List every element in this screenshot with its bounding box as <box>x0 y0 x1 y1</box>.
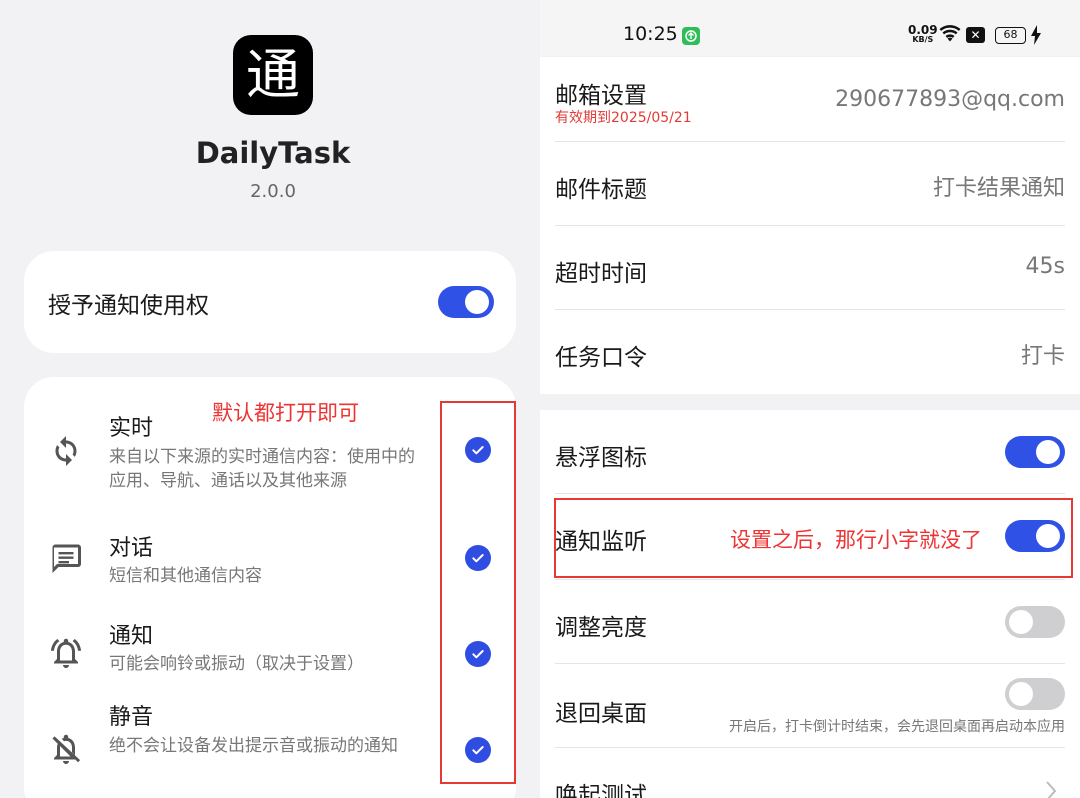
brightness-toggle[interactable] <box>1005 606 1065 638</box>
bell-off-icon <box>52 734 81 764</box>
upload-icon <box>685 30 697 42</box>
battery-indicator: 68 <box>995 27 1026 44</box>
wake-test-row[interactable]: 唤起测试 <box>555 748 1065 798</box>
status-time: 10:25 <box>623 23 678 45</box>
email-setting-row[interactable]: 邮箱设置 有效期到2025/05/21 290677893@qq.com <box>555 57 1065 142</box>
app-version: 2.0.0 <box>250 181 296 202</box>
toggle-knob <box>465 290 489 314</box>
subject-value: 打卡结果通知 <box>932 176 1065 201</box>
command-setting-row[interactable]: 任务口令 打卡 <box>555 310 1065 394</box>
annotation-highlight-box <box>440 401 516 784</box>
permission-toggle[interactable] <box>438 286 494 318</box>
email-label: 邮箱设置 <box>555 83 647 109</box>
permission-card: 授予通知使用权 <box>24 251 516 353</box>
float-icon-row: 悬浮图标 <box>555 410 1065 494</box>
type-title: 通知 <box>109 624 154 649</box>
wake-test-label: 唤起测试 <box>555 783 647 798</box>
network-speed-unit: KB/S <box>912 35 934 44</box>
return-desktop-toggle[interactable] <box>1005 678 1065 710</box>
sync-icon <box>55 436 77 466</box>
notification-permission-screen: 通 DailyTask 2.0.0 授予通知使用权 实时 来自以下来源的实时通信… <box>0 0 540 798</box>
toggle-knob <box>1036 440 1060 464</box>
settings-group-email: 邮箱设置 有效期到2025/05/21 290677893@qq.com 邮件标… <box>540 57 1080 394</box>
toggle-knob <box>1009 682 1033 706</box>
app-logo: 通 <box>233 35 313 115</box>
app-notification-icon <box>682 27 700 45</box>
type-desc: 绝不会让设备发出提示音或振动的通知 <box>109 736 398 756</box>
return-desktop-label: 退回桌面 <box>555 701 647 727</box>
bell-ring-icon <box>51 638 81 668</box>
email-value: 290677893@qq.com <box>835 87 1065 112</box>
message-icon <box>52 544 81 573</box>
return-desktop-row: 退回桌面 开启后，打卡倒计时结束，会先退回桌面再启动本应用 <box>555 664 1065 748</box>
toggle-knob <box>1009 610 1033 634</box>
type-title: 对话 <box>109 536 154 561</box>
app-name: DailyTask <box>195 136 351 170</box>
permission-label: 授予通知使用权 <box>48 293 209 319</box>
type-title: 实时 <box>109 416 154 441</box>
brightness-label: 调整亮度 <box>555 615 647 641</box>
network-speed: 0.09 KB/S <box>908 24 938 44</box>
chevron-right-icon <box>1046 781 1057 798</box>
email-expiry: 有效期到2025/05/21 <box>555 110 692 126</box>
timeout-label: 超时时间 <box>555 261 647 287</box>
annotation-left: 默认都打开即可 <box>212 401 359 425</box>
command-label: 任务口令 <box>555 345 647 371</box>
settings-screen: 10:25 0.09 KB/S ✕ 68 邮箱设置 有效期到2025/05/21… <box>540 0 1080 798</box>
timeout-value: 45s <box>1025 254 1065 279</box>
subject-label: 邮件标题 <box>555 177 647 203</box>
annotation-highlight-box <box>554 498 1073 578</box>
timeout-setting-row[interactable]: 超时时间 45s <box>555 226 1065 310</box>
type-desc: 短信和其他通信内容 <box>109 566 262 586</box>
type-title: 静音 <box>109 705 154 730</box>
return-desktop-hint: 开启后，打卡倒计时结束，会先退回桌面再启动本应用 <box>729 719 1065 735</box>
float-icon-toggle[interactable] <box>1005 436 1065 468</box>
sim-off-icon: ✕ <box>966 27 985 43</box>
app-logo-glyph: 通 <box>246 43 300 106</box>
charging-icon <box>1031 25 1041 45</box>
float-icon-label: 悬浮图标 <box>555 445 647 471</box>
type-desc: 来自以下来源的实时通信内容：使用中的应用、导航、通话以及其他来源 <box>109 447 415 491</box>
subject-setting-row[interactable]: 邮件标题 打卡结果通知 <box>555 142 1065 226</box>
settings-group-behavior: 悬浮图标 通知监听 设置之后，那行小字就没了 调整亮度 退回桌面 开启后，打卡倒… <box>540 410 1080 798</box>
command-value: 打卡 <box>1020 344 1065 369</box>
type-desc: 可能会响铃或振动（取决于设置） <box>109 654 364 674</box>
brightness-row: 调整亮度 <box>555 580 1065 664</box>
wifi-icon <box>939 25 961 42</box>
status-bar: 10:25 0.09 KB/S ✕ 68 <box>540 0 1080 56</box>
